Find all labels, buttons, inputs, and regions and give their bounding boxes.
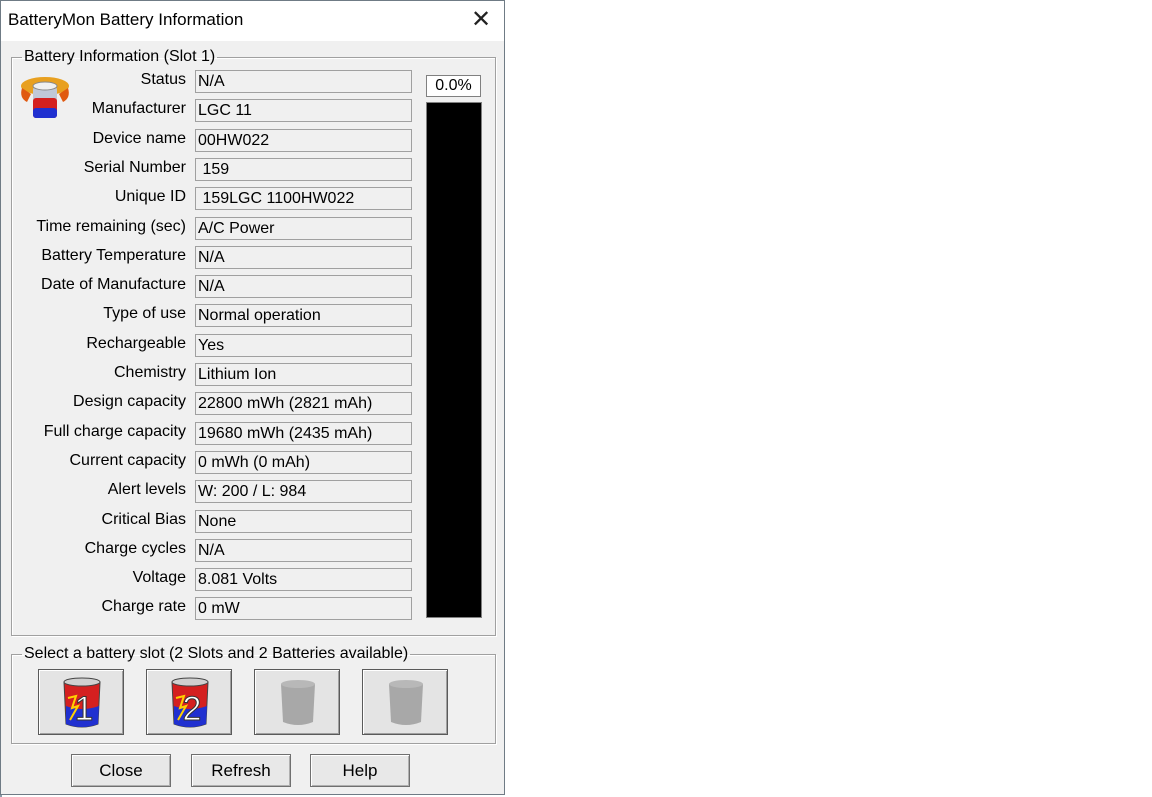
field-label: Status [140, 71, 186, 88]
field-label: Charge cycles [84, 540, 186, 557]
field-value: Lithium Ion [195, 363, 412, 386]
charge-percent-display: 0.0% [426, 75, 481, 97]
battery-slot-2-button[interactable]: 2 [146, 669, 232, 735]
field-value: W: 200 / L: 984 [195, 480, 412, 503]
battery-slot-3-button[interactable] [254, 669, 340, 735]
battery-slot-2-icon: 2 [171, 677, 209, 729]
title-bar[interactable]: BatteryMon Battery Information ✕ [1, 1, 504, 41]
field-label: Rechargeable [86, 335, 186, 352]
slot-number: 1 [75, 690, 94, 728]
field-value: 0 mWh (0 mAh) [195, 451, 412, 474]
charge-level-meter [426, 102, 482, 618]
field-label: Date of Manufacture [41, 276, 186, 293]
field-value: 22800 mWh (2821 mAh) [195, 392, 412, 415]
field-label: Full charge capacity [43, 423, 186, 440]
window-title: BatteryMon Battery Information [8, 10, 244, 29]
field-value: 159LGC 1100HW022 [195, 187, 412, 210]
field-label: Manufacturer [91, 100, 186, 117]
field-value: N/A [195, 539, 412, 562]
field-value: N/A [195, 70, 412, 93]
field-value: None [195, 510, 412, 533]
field-label: Design capacity [73, 393, 186, 410]
field-label: Critical Bias [101, 511, 186, 528]
field-label: Serial Number [83, 159, 186, 176]
battery-slot-empty-icon [281, 680, 315, 725]
field-value: N/A [195, 275, 412, 298]
field-value: 8.081 Volts [195, 568, 412, 591]
field-value: LGC 11 [195, 99, 412, 122]
field-label: Unique ID [114, 188, 186, 205]
battery-information-dialog: BatteryMon Battery Information ✕ Battery… [0, 0, 505, 795]
field-label: Alert levels [107, 481, 186, 498]
field-value: 19680 mWh (2435 mAh) [195, 422, 412, 445]
field-label: Time remaining (sec) [36, 218, 186, 235]
field-label: Type of use [103, 305, 186, 322]
field-value: Normal operation [195, 304, 412, 327]
field-value: 00HW022 [195, 129, 412, 152]
field-label: Charge rate [101, 598, 187, 615]
close-button[interactable]: Close [71, 754, 171, 787]
battery-slot-1-button[interactable]: 1 [38, 669, 124, 735]
battery-slot-4-button[interactable] [362, 669, 448, 735]
help-button[interactable]: Help [310, 754, 410, 787]
field-value: 159 [195, 158, 412, 181]
field-value: 0 mW [195, 597, 412, 620]
field-value: N/A [195, 246, 412, 269]
battery-information-legend: Battery Information (Slot 1) [24, 48, 216, 65]
field-label: Current capacity [69, 452, 187, 469]
field-label: Device name [92, 130, 186, 147]
field-label: Battery Temperature [41, 247, 186, 264]
batterymon-app-icon [21, 77, 69, 118]
slot-number: 2 [183, 690, 202, 728]
field-value: A/C Power [195, 217, 412, 240]
field-label: Voltage [132, 569, 186, 586]
battery-slot-legend: Select a battery slot (2 Slots and 2 Bat… [24, 645, 409, 662]
close-icon: ✕ [470, 6, 492, 33]
field-value: Yes [195, 334, 412, 357]
close-window-button[interactable]: ✕ [467, 6, 495, 34]
field-label: Chemistry [113, 364, 186, 381]
battery-slot-empty-icon [389, 680, 423, 725]
battery-slot-1-icon: 1 [63, 677, 101, 729]
refresh-button[interactable]: Refresh [191, 754, 291, 787]
